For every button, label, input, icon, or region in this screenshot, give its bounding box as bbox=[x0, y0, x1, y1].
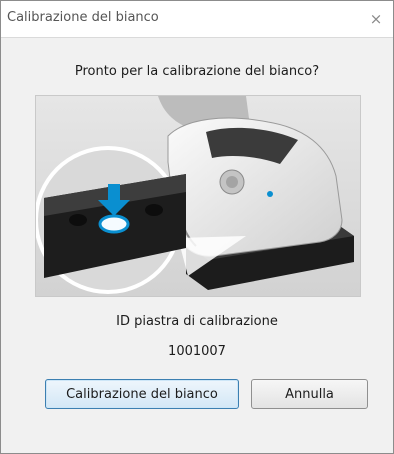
calibration-prompt: Pronto per la calibrazione del bianco? bbox=[74, 64, 320, 79]
cancel-button[interactable]: Annulla bbox=[251, 379, 368, 409]
dialog-title: Calibrazione del bianco bbox=[7, 10, 159, 25]
title-bar: Calibrazione del bianco × bbox=[1, 1, 393, 38]
calibration-dialog: Calibrazione del bianco × Pronto per la … bbox=[0, 0, 394, 454]
spectrophotometer-illustration bbox=[36, 96, 360, 296]
close-icon[interactable]: × bbox=[367, 10, 385, 28]
plate-id-value: 1001007 bbox=[168, 344, 226, 359]
calibrate-white-button[interactable]: Calibrazione del bianco bbox=[45, 379, 239, 409]
plate-id-label: ID piastra di calibrazione bbox=[116, 314, 278, 329]
calibration-illustration bbox=[35, 95, 361, 297]
